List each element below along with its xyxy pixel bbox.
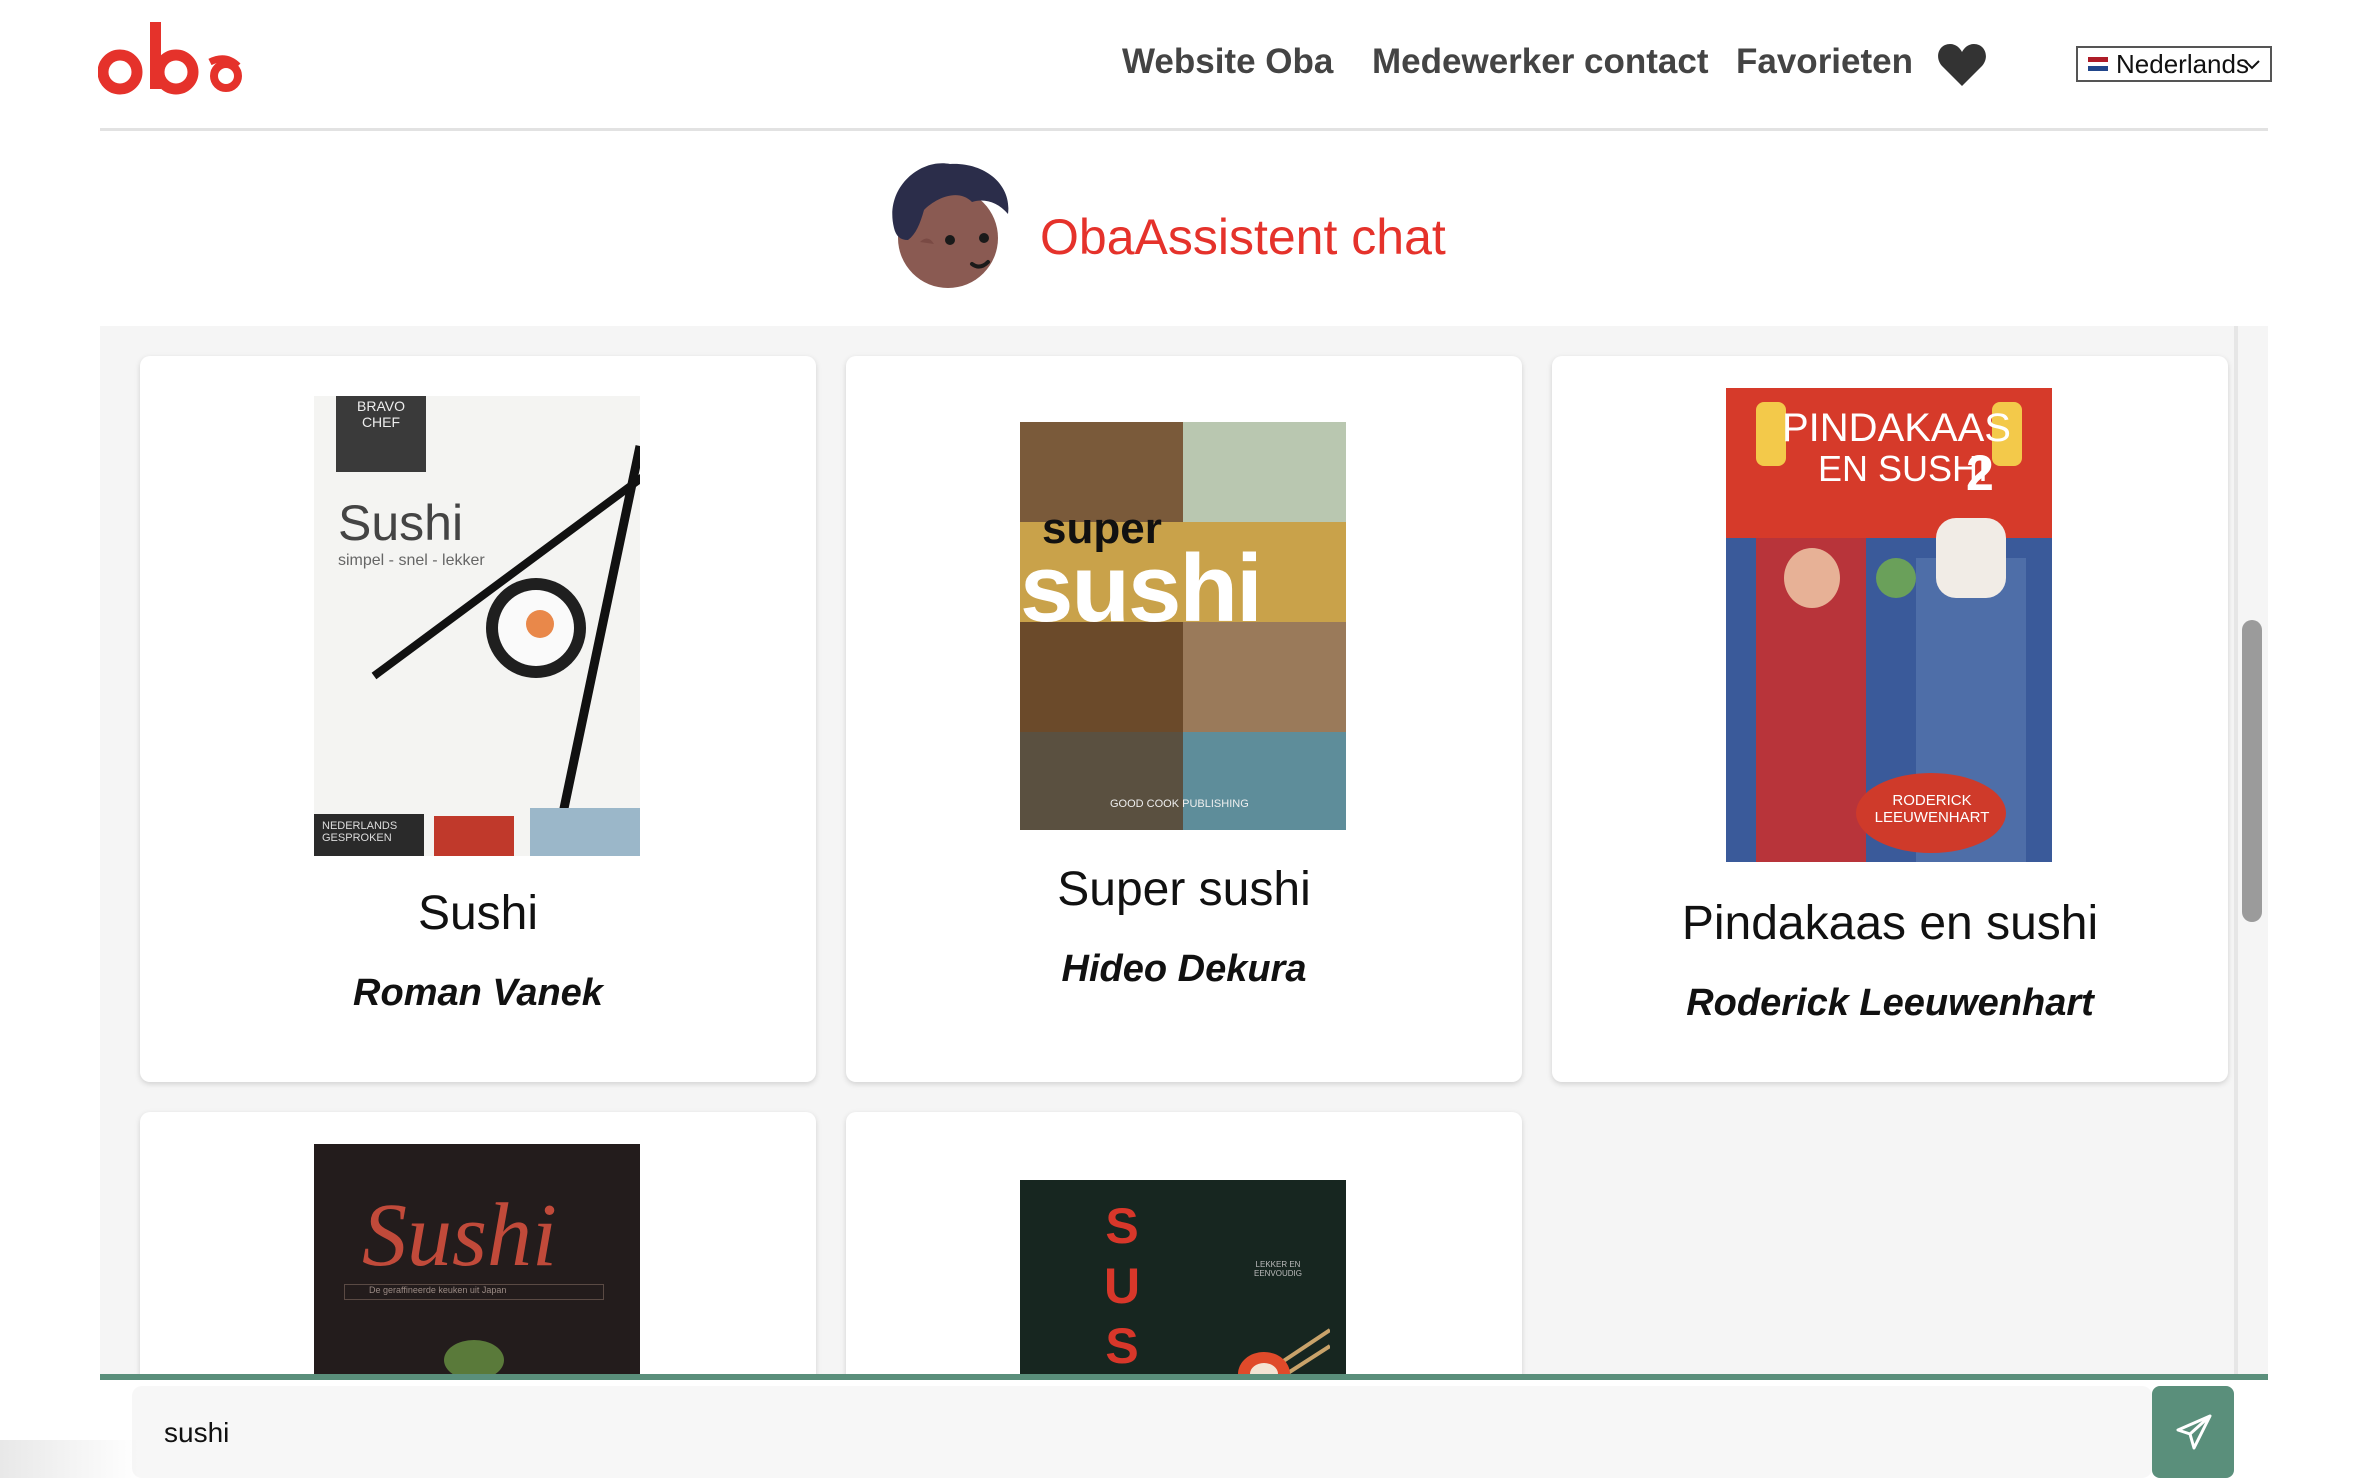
- book-title: Pindakaas en sushi: [1681, 897, 2099, 950]
- cover-subtitle: EN SUSHI: [1818, 448, 1989, 489]
- book-card[interactable]: super sushi GOOD COOK PUBLISHING Super s…: [846, 356, 1522, 1082]
- header-divider: [100, 128, 2268, 131]
- book-cover: PINDAKAAS EN SUSHI 2 RODERICK LEEUWENHAR…: [1726, 388, 2052, 862]
- cover-author: RODERICK LEEUWENHART: [1874, 792, 1990, 826]
- top-header: Website Oba Medewerker contact Favoriete…: [0, 0, 2372, 132]
- netherlands-flag-icon: [2088, 57, 2108, 72]
- oba-logo[interactable]: [98, 14, 248, 102]
- send-button[interactable]: [2152, 1386, 2234, 1478]
- book-title: Super sushi: [1057, 863, 1311, 916]
- book-cover: SUS LEKKER EN EENVOUDIG: [1020, 1180, 1346, 1378]
- scrollbar-thumb[interactable]: [2242, 620, 2262, 922]
- bottom-edge-shadow: [0, 1440, 140, 1478]
- cover-number: 2: [1966, 445, 1994, 501]
- cover-subtitle: De geraffineerde keuken uit Japan: [344, 1284, 604, 1300]
- book-card[interactable]: SUS LEKKER EN EENVOUDIG: [846, 1112, 1522, 1378]
- chat-messages[interactable]: BRAVO CHEF Sushi simpel - snel - lekker …: [100, 326, 2268, 1378]
- cover-badge: NEDERLANDS GESPROKEN: [314, 814, 424, 856]
- book-card[interactable]: Sushi De geraffineerde keuken uit Japan: [140, 1112, 816, 1378]
- book-title: Sushi: [417, 887, 539, 940]
- language-label: Nederlands: [2116, 48, 2249, 79]
- nav-favorieten[interactable]: Favorieten: [1736, 42, 1913, 82]
- cover-publisher: GOOD COOK PUBLISHING: [1110, 798, 1249, 810]
- chat-input[interactable]: [162, 1410, 2066, 1456]
- scrollbar-track: [2234, 326, 2238, 1378]
- language-select[interactable]: Nederlands: [2076, 46, 2272, 82]
- cover-text: LEKKER EN EENVOUDIG: [1253, 1260, 1302, 1278]
- nav-medewerker-contact[interactable]: Medewerker contact: [1372, 42, 1709, 82]
- chat-input-container: [132, 1386, 2152, 1478]
- book-cover: BRAVO CHEF Sushi simpel - snel - lekker …: [314, 396, 640, 856]
- book-author: Roderick Leeuwenhart: [1686, 982, 2094, 1024]
- book-author: Hideo Dekura: [1061, 948, 1307, 990]
- book-card[interactable]: PINDAKAAS EN SUSHI 2 RODERICK LEEUWENHAR…: [1552, 356, 2228, 1082]
- chopsticks-sushi-image: [371, 445, 640, 856]
- book-cover: Sushi De geraffineerde keuken uit Japan: [314, 1144, 640, 1378]
- chat-title: ObaAssistent chat: [1040, 209, 1446, 265]
- assistant-avatar: [892, 163, 1009, 288]
- cover-title: Sushi: [362, 1186, 558, 1285]
- book-cover: super sushi GOOD COOK PUBLISHING: [1020, 422, 1346, 830]
- book-author: Roman Vanek: [353, 972, 603, 1014]
- heart-icon[interactable]: [1936, 40, 1988, 90]
- input-divider: [100, 1374, 2268, 1380]
- cover-title-large: sushi: [1020, 535, 1263, 642]
- chevron-down-icon: [2244, 60, 2260, 70]
- paper-plane-icon: [2176, 1414, 2212, 1450]
- book-card[interactable]: BRAVO CHEF Sushi simpel - snel - lekker …: [140, 356, 816, 1082]
- sushi-roll-image: [1238, 1328, 1330, 1378]
- cover-vertical-title: SUS: [1103, 1198, 1141, 1374]
- nav-website-oba[interactable]: Website Oba: [1122, 42, 1333, 82]
